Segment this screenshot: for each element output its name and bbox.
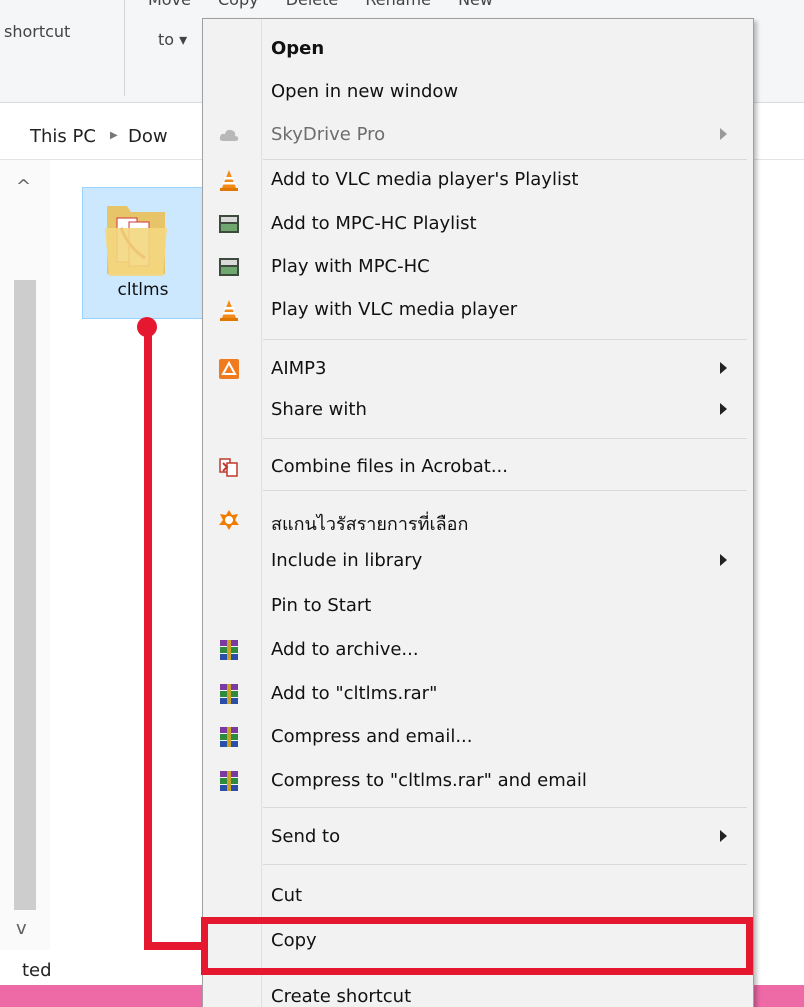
scroll-up-icon[interactable]: ^: [16, 176, 31, 197]
menu-item-mpc-playlist[interactable]: Add to MPC-HC Playlist: [203, 203, 753, 245]
menu-item-label: Send to: [271, 826, 341, 847]
menu-item-pin-start[interactable]: Pin to Start: [203, 585, 753, 627]
breadcrumb-arrow-icon[interactable]: ▶: [110, 130, 118, 141]
winrar-icon: [220, 684, 238, 704]
menu-item-share-with[interactable]: Share with: [203, 389, 753, 431]
menu-item-label: Compress and email...: [271, 726, 473, 747]
annotation-dot: [137, 317, 157, 337]
menu-item-compress-rar-email[interactable]: Compress to "cltlms.rar" and email: [203, 760, 753, 802]
menu-item-label: Pin to Start: [271, 595, 372, 616]
annotation-highlight-box: [201, 917, 753, 975]
menu-item-label: Add to "cltlms.rar": [271, 683, 438, 704]
copy-button-label[interactable]: Copy: [218, 0, 259, 9]
menu-item-label: SkyDrive Pro: [271, 124, 386, 145]
annotation-line-horizontal: [144, 942, 208, 950]
menu-item-add-to-rar[interactable]: Add to "cltlms.rar": [203, 673, 753, 715]
menu-separator: [263, 339, 747, 340]
move-button-label[interactable]: Move: [148, 0, 191, 9]
menu-separator: [263, 438, 747, 439]
menu-item-combine-acrobat[interactable]: Combine files in Acrobat...: [203, 446, 753, 488]
submenu-arrow-icon: [720, 554, 727, 566]
menu-separator: [263, 490, 747, 491]
menu-item-cut[interactable]: Cut: [203, 875, 753, 917]
menu-item-play-vlc[interactable]: Play with VLC media player: [203, 289, 753, 331]
avast-icon: [219, 510, 239, 530]
folder-item[interactable]: cltlms: [82, 187, 204, 319]
menu-item-send-to[interactable]: Send to: [203, 816, 753, 858]
menu-item-play-mpc[interactable]: Play with MPC-HC: [203, 246, 753, 288]
menu-item-skydrive-pro[interactable]: SkyDrive Pro: [203, 114, 753, 156]
menu-item-label: สแกนไวรัสรายการที่เลือก: [271, 514, 469, 535]
menu-item-include-library[interactable]: Include in library: [203, 540, 753, 582]
delete-button-label[interactable]: Delete: [286, 0, 339, 9]
vlc-cone-icon: [220, 300, 238, 321]
shortcut-button[interactable]: shortcut: [4, 22, 70, 41]
menu-item-label: Compress to "cltlms.rar" and email: [271, 770, 587, 791]
menu-separator: [263, 807, 747, 808]
submenu-arrow-icon: [720, 128, 727, 140]
menu-item-open-new-window[interactable]: Open in new window: [203, 71, 753, 113]
menu-item-label: Share with: [271, 399, 367, 420]
annotation-line-vertical: [144, 328, 152, 950]
menu-item-label: Combine files in Acrobat...: [271, 456, 508, 477]
submenu-arrow-icon: [720, 403, 727, 415]
new-button-label[interactable]: New: [458, 0, 493, 9]
status-bar-text: ted: [22, 960, 52, 981]
cloud-icon: [219, 129, 239, 141]
menu-item-label: Open in new window: [271, 81, 459, 102]
vlc-cone-icon: [220, 170, 238, 191]
mpc-hc-icon: [219, 215, 239, 233]
menu-item-label: Open: [271, 38, 325, 59]
menu-item-label: Add to archive...: [271, 639, 419, 660]
move-to-button[interactable]: to ▾: [158, 30, 187, 49]
menu-item-compress-email[interactable]: Compress and email...: [203, 716, 753, 758]
menu-item-avast-scan[interactable]: สแกนไวรัสรายการที่เลือก: [203, 499, 753, 541]
menu-item-open[interactable]: Open: [203, 28, 753, 70]
winrar-icon: [220, 727, 238, 747]
folder-name: cltlms: [117, 280, 169, 300]
menu-item-label: Include in library: [271, 550, 423, 571]
menu-item-label: AIMP3: [271, 358, 327, 379]
menu-item-create-shortcut[interactable]: Create shortcut: [203, 976, 753, 1007]
menu-item-add-archive[interactable]: Add to archive...: [203, 629, 753, 671]
mpc-hc-icon: [219, 258, 239, 276]
ribbon-divider: [124, 0, 125, 96]
context-menu: Open Open in new window SkyDrive Pro Add…: [202, 18, 754, 1007]
rename-button-label[interactable]: Rename: [365, 0, 431, 9]
menu-item-label: Add to MPC-HC Playlist: [271, 213, 477, 234]
submenu-arrow-icon: [720, 830, 727, 842]
scroll-down-icon[interactable]: v: [16, 918, 27, 939]
menu-item-label: Create shortcut: [271, 986, 412, 1007]
submenu-arrow-icon: [720, 362, 727, 374]
menu-item-label: Add to VLC media player's Playlist: [271, 169, 579, 190]
menu-item-vlc-playlist[interactable]: Add to VLC media player's Playlist: [203, 159, 753, 201]
menu-separator: [263, 864, 747, 865]
menu-item-label: Play with VLC media player: [271, 299, 518, 320]
breadcrumb-this-pc[interactable]: This PC: [30, 126, 96, 147]
aimp-icon: [219, 359, 239, 379]
scrollbar-thumb[interactable]: [14, 280, 36, 910]
folder-icon: [105, 206, 167, 276]
menu-item-label: Cut: [271, 885, 303, 906]
ribbon-button-labels: Move Copy Delete Rename New: [148, 0, 515, 9]
breadcrumb-downloads[interactable]: Dow: [128, 126, 168, 147]
winrar-icon: [220, 640, 238, 660]
menu-item-label: Play with MPC-HC: [271, 256, 430, 277]
winrar-icon: [220, 771, 238, 791]
acrobat-combine-icon: [219, 458, 238, 477]
menu-item-aimp3[interactable]: AIMP3: [203, 348, 753, 390]
